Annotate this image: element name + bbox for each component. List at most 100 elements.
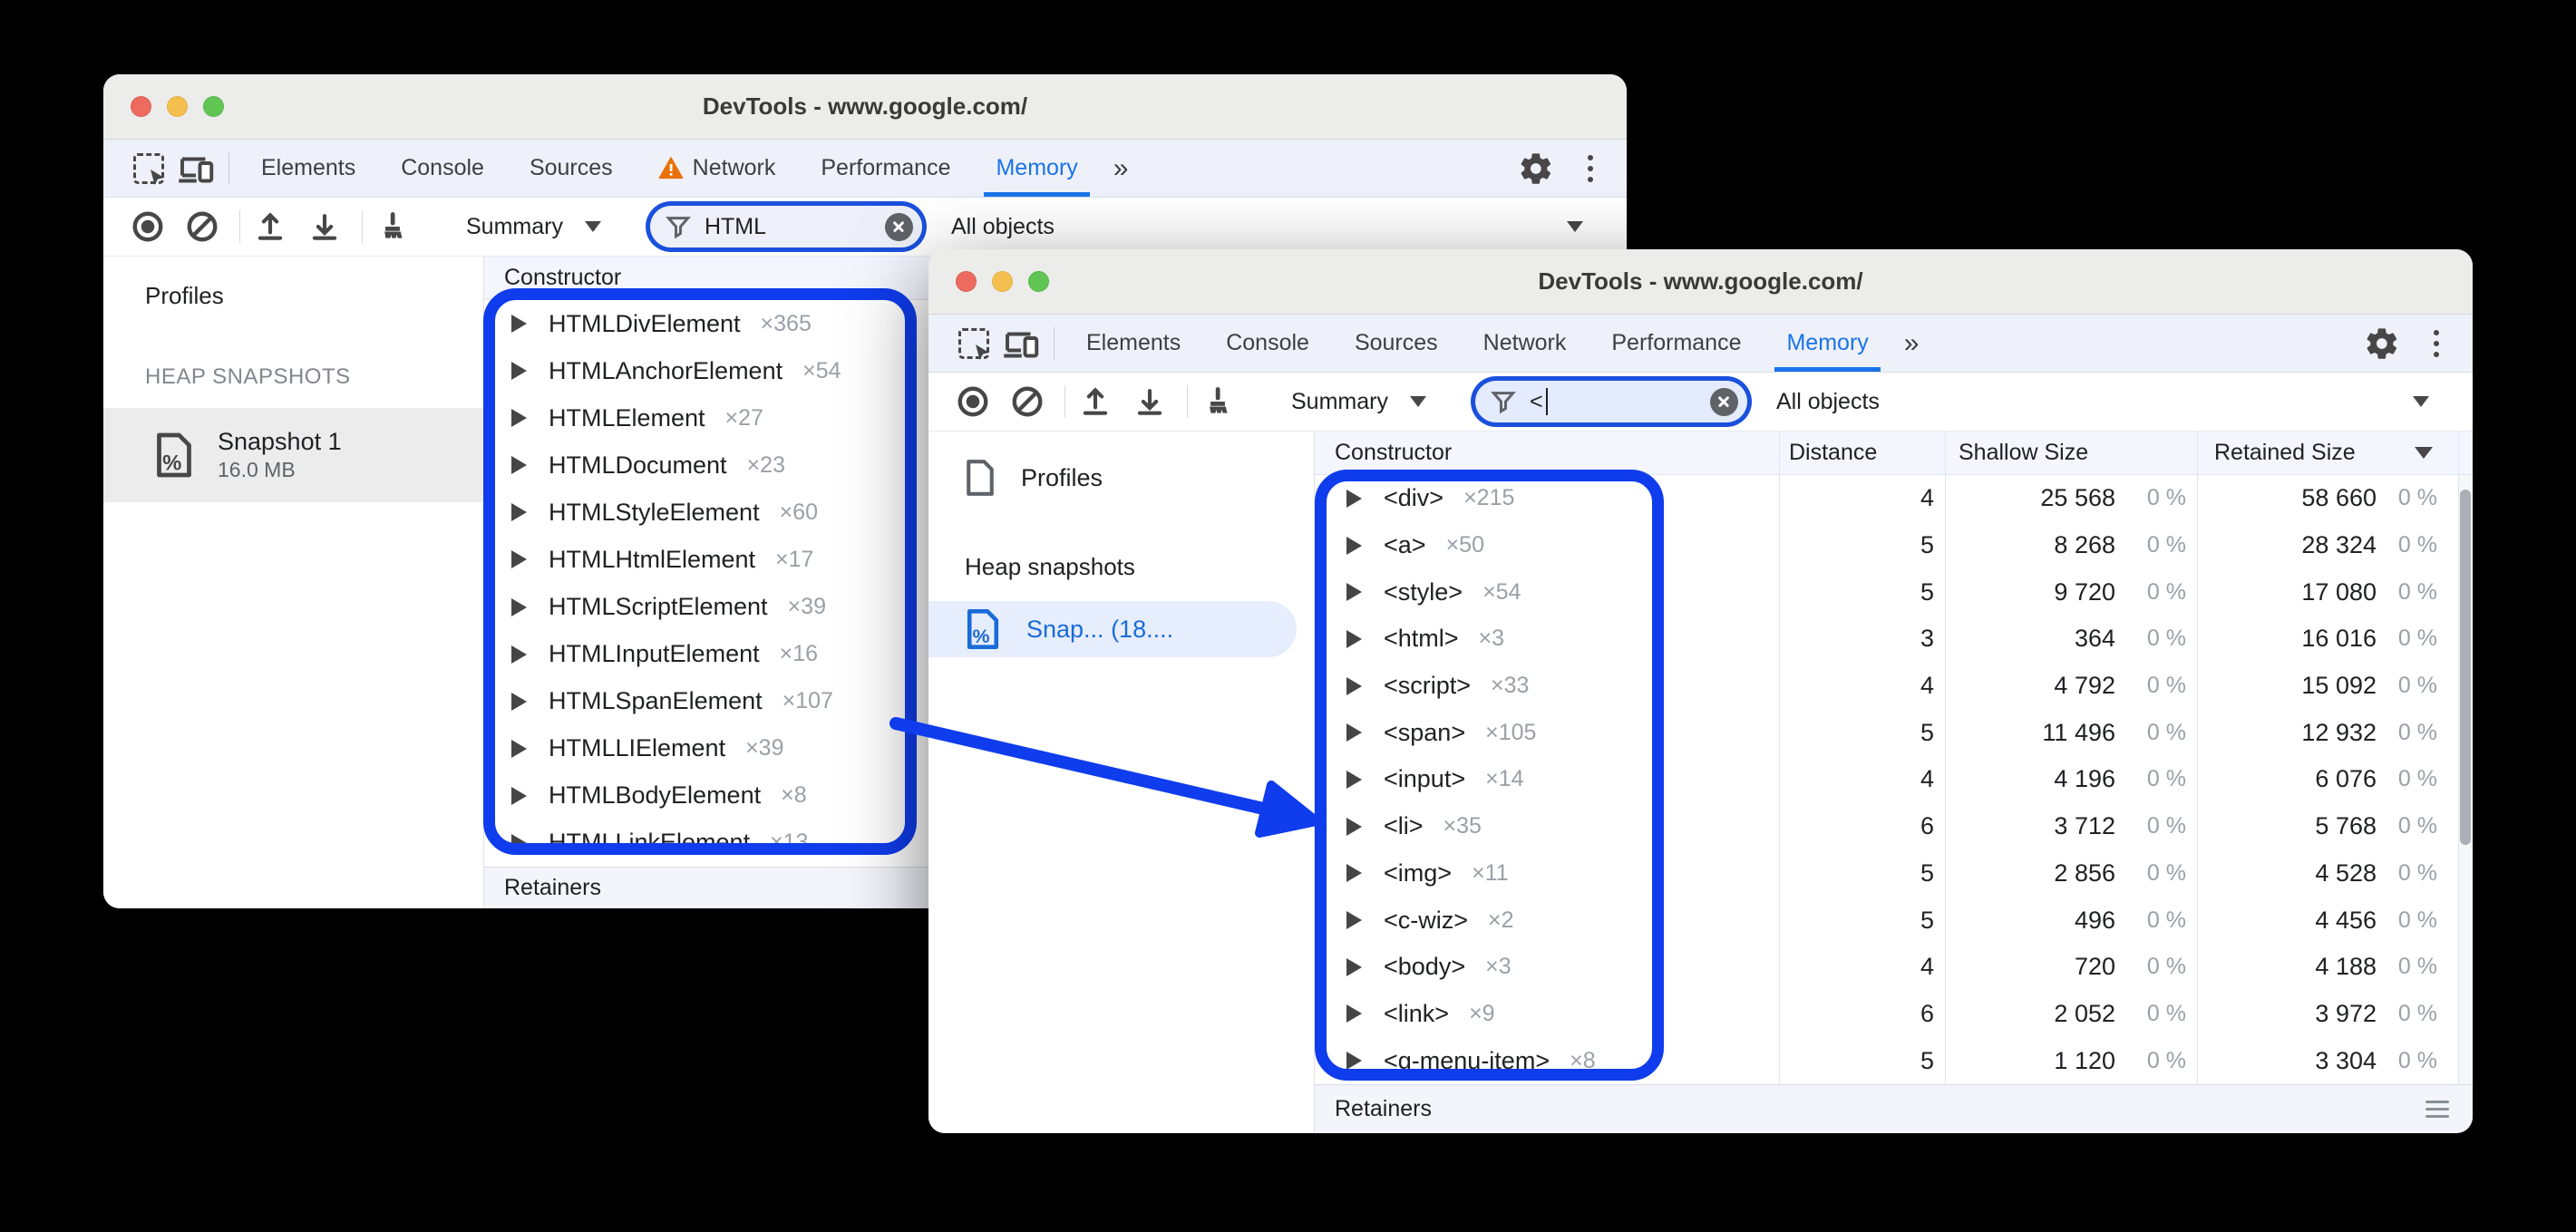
expand-triangle-icon[interactable] (511, 739, 527, 758)
tab-network[interactable]: Network (636, 140, 799, 197)
device-toolbar-icon[interactable] (172, 140, 219, 197)
table-row[interactable]: <script> ×33 4 4 792 0 % 15 092 0 % (1315, 662, 2473, 710)
expand-triangle-icon[interactable] (511, 692, 527, 711)
download-icon[interactable] (1129, 381, 1171, 422)
expand-triangle-icon[interactable] (511, 503, 527, 522)
table-row[interactable]: <div> ×215 4 25 568 0 % 58 660 0 % (1315, 475, 2473, 522)
expand-triangle-icon[interactable] (1346, 1004, 1362, 1023)
clear-brush-icon[interactable] (1197, 381, 1239, 422)
expand-triangle-icon[interactable] (511, 456, 527, 475)
perspective-select[interactable]: Summary (1291, 389, 1426, 415)
tab-elements[interactable]: Elements (1064, 315, 1203, 372)
table-row[interactable]: <li> ×35 6 3 712 0 % 5 768 0 % (1315, 802, 2473, 850)
expand-triangle-icon[interactable] (511, 597, 527, 616)
retained-size-percent: 0 % (2397, 532, 2437, 558)
expand-triangle-icon[interactable] (1346, 489, 1362, 508)
device-toolbar-icon[interactable] (997, 315, 1045, 372)
tab-memory[interactable]: Memory (1764, 315, 1891, 372)
clear-filter-icon[interactable] (1709, 387, 1738, 416)
expand-triangle-icon[interactable] (511, 315, 527, 334)
expand-triangle-icon[interactable] (511, 550, 527, 569)
tab-console[interactable]: Console (378, 140, 507, 197)
object-scope-select[interactable]: All objects (951, 214, 1603, 240)
table-row[interactable]: <span> ×105 5 11 496 0 % 12 932 0 % (1315, 709, 2473, 757)
minimize-window-button[interactable] (992, 271, 1013, 292)
clear-brush-icon[interactable] (372, 206, 413, 247)
expand-triangle-icon[interactable] (511, 409, 527, 428)
close-window-button[interactable] (956, 271, 977, 292)
table-row[interactable]: <link> ×9 6 2 052 0 % 3 972 0 % (1315, 990, 2473, 1038)
table-row[interactable]: <style> ×54 5 9 720 0 % 17 080 0 % (1315, 568, 2473, 616)
object-scope-select[interactable]: All objects (1776, 389, 2449, 415)
expand-triangle-icon[interactable] (511, 362, 527, 381)
upload-icon[interactable] (1074, 381, 1116, 422)
perspective-select[interactable]: Summary (466, 214, 601, 240)
close-window-button[interactable] (131, 96, 151, 117)
tab-performance[interactable]: Performance (798, 140, 973, 197)
shallow-size-header[interactable]: Shallow Size (1946, 432, 2198, 474)
table-row[interactable]: <a> ×50 5 8 268 0 % 28 324 0 % (1315, 521, 2473, 569)
expand-triangle-icon[interactable] (1346, 583, 1362, 602)
tab-elements[interactable]: Elements (238, 140, 378, 197)
distance-value: 5 (1920, 859, 1934, 887)
upload-icon[interactable] (249, 206, 291, 247)
retained-size-header[interactable]: Retained Size (2198, 432, 2459, 474)
expand-triangle-icon[interactable] (1346, 864, 1362, 883)
gear-icon[interactable] (1518, 150, 1554, 187)
table-row[interactable]: <input> ×14 4 4 196 0 % 6 076 0 % (1315, 756, 2473, 803)
table-row[interactable]: <g-menu-item> ×8 5 1 120 0 % 3 304 0 % (1315, 1037, 2473, 1084)
expand-triangle-icon[interactable] (1346, 629, 1362, 648)
expand-triangle-icon[interactable] (511, 833, 527, 852)
record-icon[interactable] (127, 206, 169, 247)
expand-triangle-icon[interactable] (511, 786, 527, 805)
expand-triangle-icon[interactable] (511, 645, 527, 664)
minimize-window-button[interactable] (167, 96, 188, 117)
expand-triangle-icon[interactable] (1346, 723, 1362, 742)
expand-triangle-icon[interactable] (1346, 536, 1362, 555)
tab-performance[interactable]: Performance (1589, 315, 1764, 372)
resize-handle-icon[interactable] (2425, 1101, 2449, 1118)
table-row[interactable]: <c-wiz> ×2 5 496 0 % 4 456 0 % (1315, 897, 2473, 944)
snapshot-item[interactable]: % Snapshot 1 16.0 MB (103, 408, 483, 502)
expand-triangle-icon[interactable] (1346, 911, 1362, 930)
class-filter-input[interactable]: < (1474, 381, 1747, 422)
table-row[interactable]: <img> ×11 5 2 856 0 % 4 528 0 % (1315, 849, 2473, 897)
scrollbar-thumb[interactable] (2460, 490, 2471, 845)
tab-network[interactable]: Network (1461, 315, 1589, 372)
zoom-window-button[interactable] (1028, 271, 1049, 292)
zoom-window-button[interactable] (203, 96, 224, 117)
expand-triangle-icon[interactable] (1346, 817, 1362, 836)
expand-triangle-icon[interactable] (1346, 1052, 1362, 1071)
snapshot-item-selected[interactable]: % Snap... (18.... (928, 601, 1297, 657)
tab-memory[interactable]: Memory (973, 140, 1100, 197)
expand-triangle-icon[interactable] (1346, 957, 1362, 976)
sidebar-item-profiles[interactable]: Profiles (965, 450, 1314, 506)
record-icon[interactable] (952, 381, 994, 422)
gear-icon[interactable] (2364, 325, 2400, 362)
retainers-bar[interactable]: Retainers (1315, 1084, 2473, 1133)
tab-console[interactable]: Console (1203, 315, 1332, 372)
distance-header[interactable]: Distance (1780, 432, 1946, 474)
download-icon[interactable] (304, 206, 345, 247)
clear-filter-icon[interactable] (884, 212, 913, 241)
expand-triangle-icon[interactable] (1346, 676, 1362, 695)
table-row[interactable]: <html> ×3 3 364 0 % 16 016 0 % (1315, 616, 2473, 663)
kebab-menu-icon[interactable] (2427, 329, 2445, 357)
inspect-icon[interactable] (125, 140, 172, 197)
more-tabs-icon[interactable]: » (1891, 315, 1930, 372)
inspect-icon[interactable] (950, 315, 997, 372)
tab-sources[interactable]: Sources (507, 140, 636, 197)
more-tabs-icon[interactable]: » (1101, 140, 1140, 197)
class-filter-input[interactable]: HTML (649, 206, 922, 247)
block-icon[interactable] (181, 206, 223, 247)
kebab-menu-icon[interactable] (1581, 154, 1599, 182)
block-icon[interactable] (1006, 381, 1048, 422)
constructor-header[interactable]: Constructor (504, 265, 621, 291)
distance-value: 3 (1920, 625, 1934, 653)
constructor-header[interactable]: Constructor (1315, 432, 1780, 474)
vertical-scrollbar[interactable] (2459, 475, 2472, 1084)
table-row[interactable]: <body> ×3 4 720 0 % 4 188 0 % (1315, 943, 2473, 991)
expand-triangle-icon[interactable] (1346, 770, 1362, 789)
tab-sources[interactable]: Sources (1332, 315, 1461, 372)
retained-size-value: 4 528 (2315, 859, 2377, 887)
